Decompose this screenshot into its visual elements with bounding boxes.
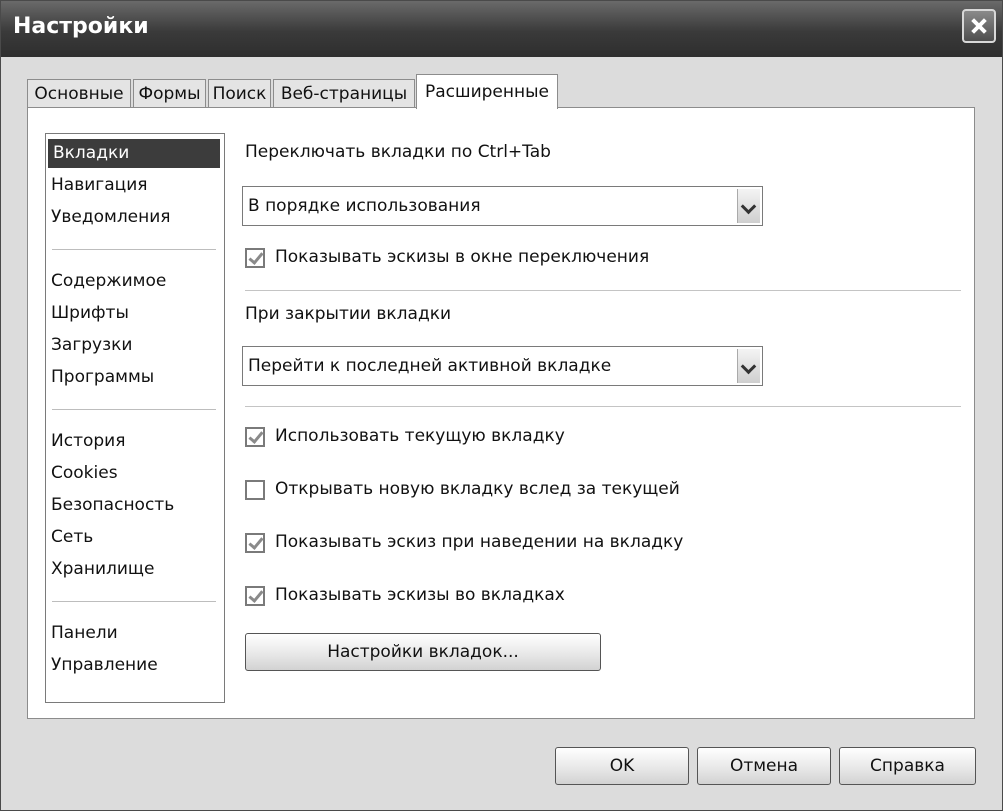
close-icon[interactable] bbox=[962, 9, 996, 43]
sidebar-item-security[interactable]: Безопасность bbox=[46, 491, 222, 520]
show-thumbs-switch-label: Показывать эскизы в окне переключения bbox=[275, 247, 650, 267]
sidebar-item-navigation[interactable]: Навигация bbox=[46, 171, 222, 200]
show-thumbs-switch-checkbox[interactable] bbox=[245, 248, 265, 268]
tab-forms[interactable]: Формы bbox=[133, 79, 206, 108]
use-current-tab-checkbox[interactable] bbox=[245, 427, 265, 447]
sidebar-divider bbox=[52, 409, 216, 410]
tab-panel: Вкладки Навигация Уведомления Содержимое… bbox=[27, 107, 975, 719]
on-close-label: При закрытии вкладки bbox=[245, 304, 452, 324]
on-close-select[interactable]: Перейти к последней активной вкладке bbox=[242, 346, 763, 386]
sidebar-item-management[interactable]: Управление bbox=[46, 651, 222, 680]
open-after-current-label: Открывать новую вкладку вслед за текущей bbox=[275, 479, 680, 499]
category-list: Вкладки Навигация Уведомления Содержимое… bbox=[45, 133, 225, 703]
sidebar-item-notifications[interactable]: Уведомления bbox=[46, 203, 222, 232]
thumbs-in-tabs-label: Показывать эскизы во вкладках bbox=[275, 585, 565, 605]
cancel-button[interactable]: Отмена bbox=[697, 747, 831, 785]
title-bar[interactable]: Настройки bbox=[1, 1, 1002, 57]
thumb-on-hover-label: Показывать эскиз при наведении на вкладк… bbox=[275, 532, 684, 552]
help-button[interactable]: Справка bbox=[839, 747, 976, 785]
sidebar-item-history[interactable]: История bbox=[46, 427, 222, 456]
chevron-down-icon[interactable] bbox=[737, 189, 760, 223]
ctrl-tab-select[interactable]: В порядке использования bbox=[242, 186, 763, 226]
sidebar-divider bbox=[52, 601, 216, 602]
sidebar-item-panels[interactable]: Панели bbox=[46, 619, 222, 648]
use-current-tab-label: Использовать текущую вкладку bbox=[275, 426, 565, 446]
sidebar-item-programs[interactable]: Программы bbox=[46, 363, 222, 392]
ctrl-tab-select-value: В порядке использования bbox=[248, 196, 481, 216]
on-close-select-value: Перейти к последней активной вкладке bbox=[248, 356, 612, 376]
tab-search[interactable]: Поиск bbox=[208, 79, 271, 108]
ok-button[interactable]: OK bbox=[555, 747, 689, 785]
sidebar-item-content[interactable]: Содержимое bbox=[46, 267, 222, 296]
ctrl-tab-label: Переключать вкладки по Ctrl+Tab bbox=[245, 142, 551, 162]
sidebar-item-fonts[interactable]: Шрифты bbox=[46, 299, 222, 328]
section-divider bbox=[245, 406, 961, 407]
thumbs-in-tabs-checkbox[interactable] bbox=[245, 586, 265, 606]
tab-web-pages[interactable]: Веб-страницы bbox=[273, 79, 415, 108]
window-title: Настройки bbox=[13, 14, 149, 39]
section-divider bbox=[245, 290, 961, 291]
sidebar-item-cookies[interactable]: Cookies bbox=[46, 459, 222, 488]
tab-advanced[interactable]: Расширенные bbox=[416, 74, 558, 109]
chevron-down-icon[interactable] bbox=[737, 349, 760, 383]
open-after-current-checkbox[interactable] bbox=[245, 480, 265, 500]
sidebar-divider bbox=[52, 249, 216, 250]
settings-dialog: Настройки Основные Формы Поиск Веб-стран… bbox=[0, 0, 1003, 811]
sidebar-item-storage[interactable]: Хранилище bbox=[46, 555, 222, 584]
thumb-on-hover-checkbox[interactable] bbox=[245, 533, 265, 553]
sidebar-item-tabs[interactable]: Вкладки bbox=[48, 139, 220, 168]
tab-basic[interactable]: Основные bbox=[27, 79, 131, 108]
tab-settings-button[interactable]: Настройки вкладок... bbox=[245, 633, 601, 671]
sidebar-item-downloads[interactable]: Загрузки bbox=[46, 331, 222, 360]
sidebar-item-network[interactable]: Сеть bbox=[46, 523, 222, 552]
